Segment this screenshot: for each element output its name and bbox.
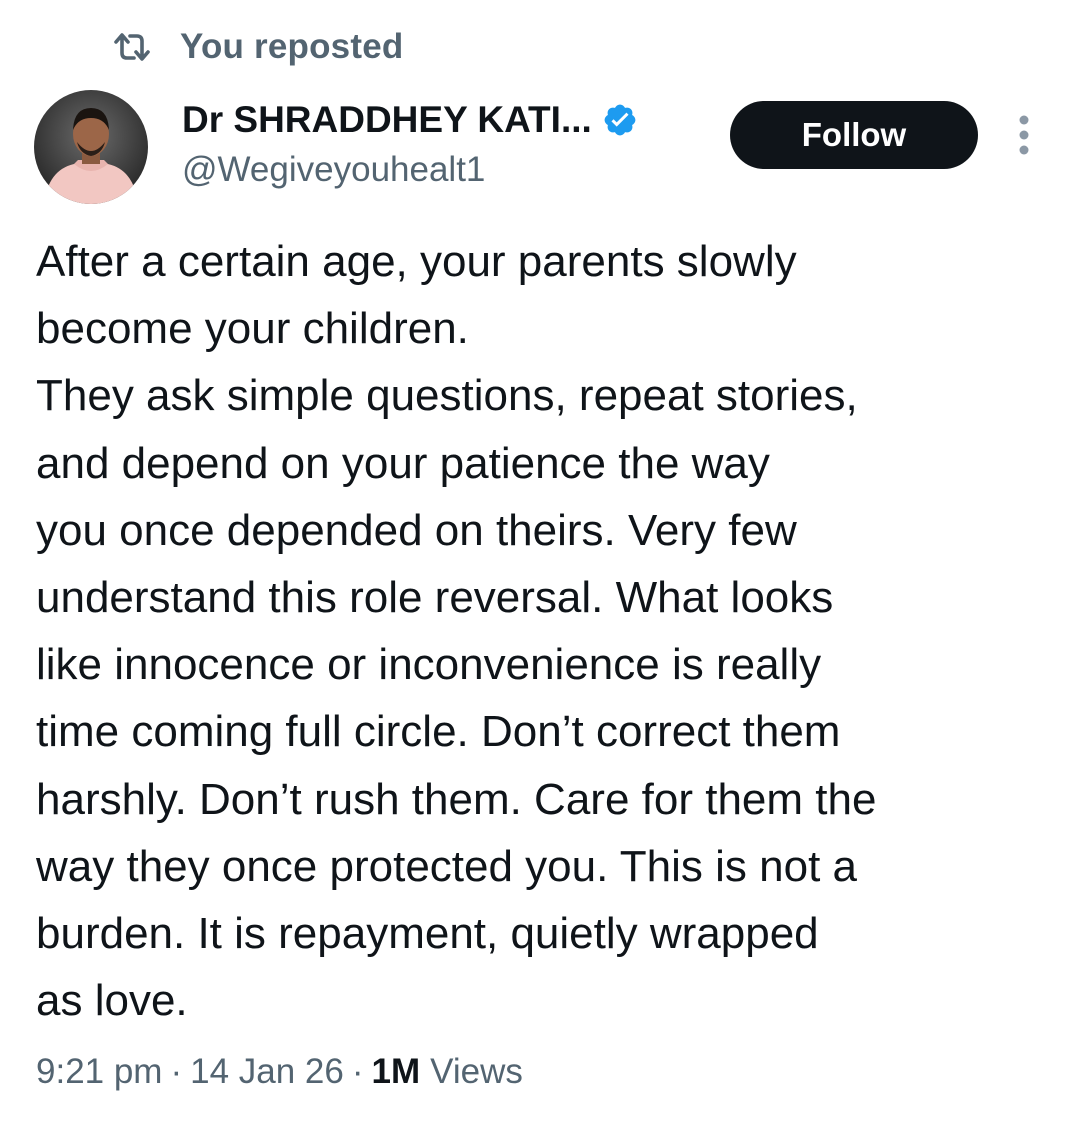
views-label[interactable]: Views xyxy=(430,1052,523,1092)
tweet-text-line: burden. It is repayment, quietly wrapped xyxy=(36,909,819,959)
tweet-text-line: become your children. xyxy=(36,304,469,354)
views-count[interactable]: 1M xyxy=(372,1052,421,1092)
tweet-text-line: like innocence or inconvenience is reall… xyxy=(36,640,822,690)
tweet-text-line: as love. xyxy=(36,976,188,1026)
name-row: Dr SHRADDHEY KATI... xyxy=(182,96,638,144)
tweet-meta: 9:21 pm · 14 Jan 26 · 1M Views xyxy=(36,1052,523,1092)
more-vertical-icon xyxy=(1017,113,1031,162)
tweet-text-line: understand this role reversal. What look… xyxy=(36,573,834,623)
repost-icon xyxy=(112,27,158,67)
more-options-button[interactable] xyxy=(1006,112,1042,162)
tweet-text: After a certain age, your parents slowly… xyxy=(36,228,1066,1034)
author-handle[interactable]: @Wegiveyouhealt1 xyxy=(182,150,638,190)
follow-button[interactable]: Follow xyxy=(730,101,978,169)
verified-badge-icon xyxy=(602,102,638,138)
repost-label: You reposted xyxy=(180,27,404,66)
tweet-text-line: harshly. Don’t rush them. Care for them … xyxy=(36,774,877,824)
tweet-text-line: After a certain age, your parents slowly xyxy=(36,237,797,286)
tweet-text-line: They ask simple questions, repeat storie… xyxy=(36,371,858,421)
avatar[interactable] xyxy=(34,90,148,204)
tweet-text-line: and depend on your patience the way xyxy=(36,438,770,488)
tweet-date[interactable]: 14 Jan 26 xyxy=(190,1052,344,1092)
repost-header: You reposted xyxy=(112,24,403,70)
author-display-name[interactable]: Dr SHRADDHEY KATI... xyxy=(182,99,592,141)
tweet-time[interactable]: 9:21 pm xyxy=(36,1052,162,1092)
meta-separator: · xyxy=(351,1052,364,1091)
tweet-text-line: time coming full circle. Don’t correct t… xyxy=(36,707,841,757)
tweet-text-line: you once depended on theirs. Very few xyxy=(36,505,797,555)
author-block[interactable]: Dr SHRADDHEY KATI... @Wegiveyouhealt1 xyxy=(182,96,638,190)
tweet-text-line: way they once protected you. This is not… xyxy=(36,841,857,891)
meta-separator: · xyxy=(170,1052,183,1091)
